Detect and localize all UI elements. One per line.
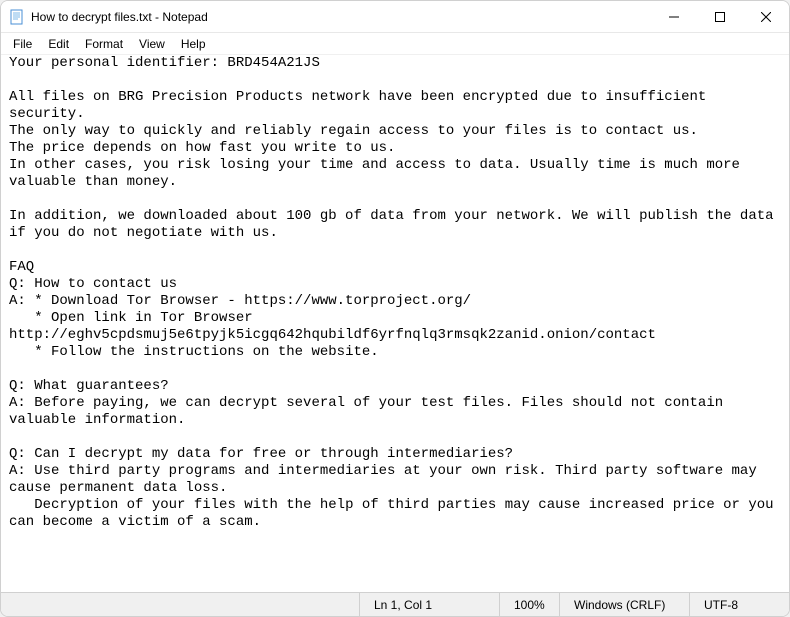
statusbar: Ln 1, Col 1 100% Windows (CRLF) UTF-8: [1, 592, 789, 616]
menu-format[interactable]: Format: [77, 35, 131, 53]
notepad-icon: [9, 9, 25, 25]
text-area[interactable]: Your personal identifier: BRD454A21JS Al…: [1, 55, 789, 592]
notepad-window: How to decrypt files.txt - Notepad File …: [0, 0, 790, 617]
menu-help[interactable]: Help: [173, 35, 214, 53]
status-encoding: UTF-8: [689, 593, 789, 616]
menu-file[interactable]: File: [5, 35, 40, 53]
status-lineending: Windows (CRLF): [559, 593, 689, 616]
status-zoom: 100%: [499, 593, 559, 616]
window-controls: [651, 1, 789, 32]
window-title: How to decrypt files.txt - Notepad: [31, 10, 651, 24]
menu-edit[interactable]: Edit: [40, 35, 77, 53]
menu-view[interactable]: View: [131, 35, 173, 53]
maximize-button[interactable]: [697, 1, 743, 32]
close-button[interactable]: [743, 1, 789, 32]
titlebar: How to decrypt files.txt - Notepad: [1, 1, 789, 33]
status-position: Ln 1, Col 1: [359, 593, 499, 616]
minimize-button[interactable]: [651, 1, 697, 32]
menubar: File Edit Format View Help: [1, 33, 789, 55]
